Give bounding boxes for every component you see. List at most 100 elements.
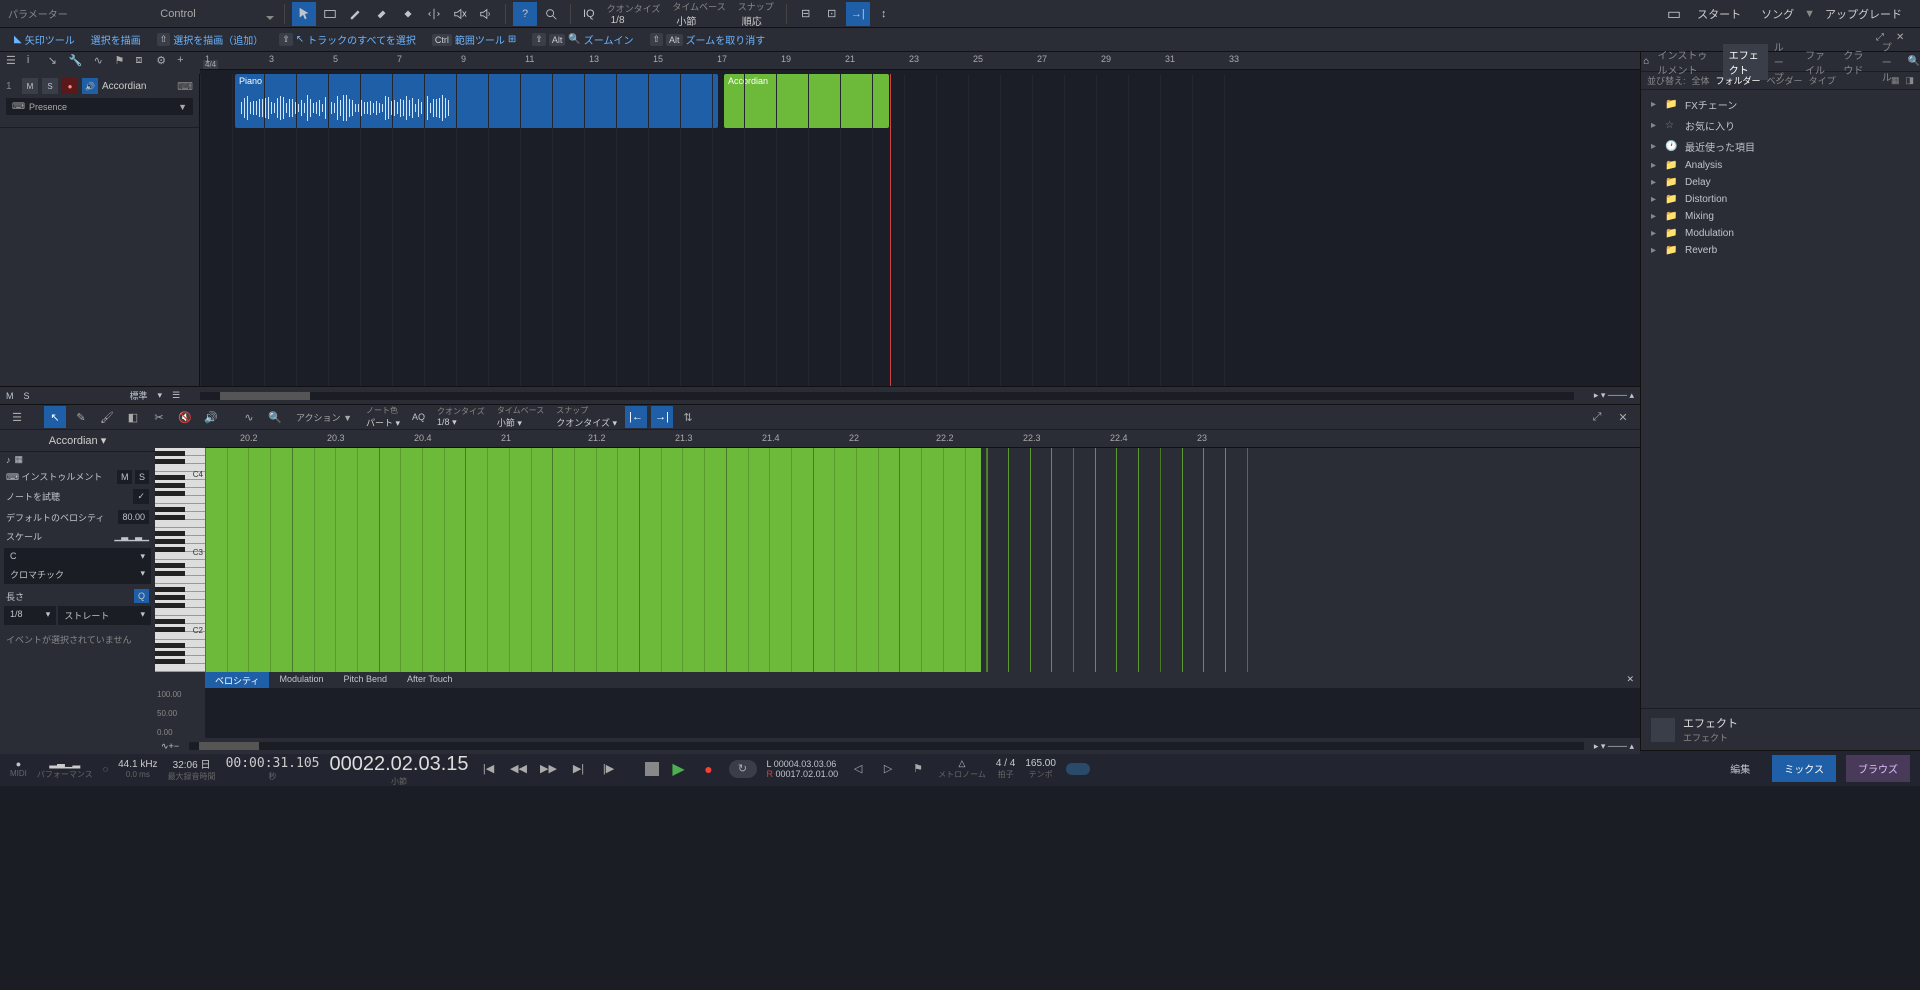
arrow-tool-icon[interactable] — [292, 2, 316, 26]
paint-tool-icon[interactable] — [370, 2, 394, 26]
browse-view-button[interactable]: ブラウズ — [1846, 755, 1910, 782]
ripple-icon[interactable]: ↕ — [872, 2, 896, 26]
step-forward-icon[interactable]: |▶ — [599, 759, 619, 779]
track-header-1[interactable]: 1 M S ● 🔊 Accordian ⌨ ⌨ Presence ▼ — [0, 74, 199, 128]
midi-playhead[interactable] — [987, 448, 988, 672]
marker-next-icon[interactable]: ▷ — [878, 759, 898, 779]
range-tool-button[interactable]: Ctrl 範囲ツール ⊞ — [426, 30, 522, 49]
midi-snap-group[interactable]: スナップ クオンタイズ ▾ — [556, 405, 617, 429]
marker-prev-icon[interactable]: ◁ — [848, 759, 868, 779]
curve-icon[interactable]: ∿ — [238, 406, 260, 428]
sort-all[interactable]: 全体 — [1692, 74, 1710, 87]
control-dropdown[interactable]: Control — [78, 8, 278, 20]
loop-button[interactable]: ↻ — [729, 760, 757, 778]
q-link-button[interactable]: Q — [134, 589, 149, 603]
range-tool-icon[interactable] — [318, 2, 342, 26]
close-icon[interactable]: ✕ — [1612, 406, 1634, 428]
loop-range[interactable]: L 00004.03.03.06 R 00017.02.01.00 — [767, 759, 839, 779]
split-tool-icon[interactable]: ✂ — [148, 406, 170, 428]
settings-icon[interactable]: ⇅ — [677, 406, 699, 428]
length-value-select[interactable]: 1/8▾ — [4, 606, 56, 625]
horizontal-scrollbar[interactable] — [200, 392, 1574, 400]
tree-node[interactable]: ▸🕐最近使った項目 — [1641, 136, 1920, 157]
zoom-mode[interactable]: 標準 — [130, 389, 148, 402]
drive-icon[interactable] — [1662, 2, 1686, 26]
monitor-button[interactable]: 🔊 — [82, 78, 98, 94]
solo-button[interactable]: S — [42, 78, 58, 94]
metronome-icon[interactable]: △ — [959, 758, 966, 769]
menu-icon[interactable]: ☰ — [6, 54, 23, 72]
zoom-in-button[interactable]: ⇧Alt 🔍 ズームイン — [526, 30, 639, 49]
flag-icon[interactable]: ⚑ — [114, 54, 131, 72]
velocity-grid[interactable] — [205, 688, 1640, 738]
record-arm-button[interactable]: ● — [62, 78, 78, 94]
mute-tool-icon[interactable]: 🔇 — [174, 406, 196, 428]
scroll-lock-1-icon[interactable]: |← — [625, 406, 647, 428]
rewind-start-icon[interactable]: |◀ — [479, 759, 499, 779]
marker-icon[interactable]: ⧈ — [135, 54, 152, 72]
snap-toggle-2-icon[interactable]: ⊡ — [820, 2, 844, 26]
sort-vendor[interactable]: ベンダー — [1767, 74, 1803, 87]
tree-node[interactable]: ▸☆お気に入り — [1641, 115, 1920, 136]
tree-node[interactable]: ▸📁Delay — [1641, 174, 1920, 191]
arrow-tool-icon[interactable]: ↖ — [44, 406, 66, 428]
listen-tool-icon[interactable] — [474, 2, 498, 26]
length-type-select[interactable]: ストレート▾ — [58, 606, 151, 625]
add-icon[interactable]: + — [177, 54, 194, 72]
instrument-preset[interactable]: ⌨ Presence ▼ — [6, 98, 193, 115]
note-color-group[interactable]: ノート色 パート ▾ — [366, 405, 400, 429]
tree-node[interactable]: ▸📁Distortion — [1641, 191, 1920, 208]
tree-node[interactable]: ▸📁Analysis — [1641, 157, 1920, 174]
midi-ruler[interactable]: 20.220.320.42121.221.321.42222.222.322.4… — [205, 430, 1640, 448]
play-button[interactable]: ▶ — [669, 759, 689, 779]
aftertouch-tab[interactable]: After Touch — [397, 672, 462, 688]
global-solo[interactable]: S — [24, 391, 30, 401]
notes-icon[interactable]: ♪ — [6, 455, 11, 465]
time-display[interactable]: 00:00:31.105 — [226, 756, 320, 771]
split-tool-icon[interactable] — [422, 2, 446, 26]
start-button[interactable]: スタート — [1687, 2, 1751, 26]
track-name[interactable]: Accordian — [102, 81, 146, 92]
close-lane-icon[interactable]: ✕ — [1620, 672, 1640, 688]
midi-quantize-group[interactable]: クオンタイズ 1/8 ▾ — [437, 406, 485, 428]
remove-icon[interactable]: − — [174, 741, 179, 751]
midi-part-name[interactable]: Accordian ▾ — [0, 430, 155, 452]
tree-node[interactable]: ▸📁FXチェーン — [1641, 94, 1920, 115]
s-button[interactable]: S — [135, 470, 149, 484]
search-icon[interactable]: 🔍 — [264, 406, 286, 428]
position-display[interactable]: 00022.02.03.15 小節 — [329, 751, 468, 787]
pencil-tool-icon[interactable] — [344, 2, 368, 26]
expand-icon[interactable]: ⤢ — [1586, 406, 1608, 428]
mix-view-button[interactable]: ミックス — [1772, 755, 1836, 782]
automation-icon[interactable]: ↘ — [48, 54, 65, 72]
info-icon[interactable]: i — [27, 54, 44, 72]
autoscroll-icon[interactable]: →| — [846, 2, 870, 26]
song-button[interactable]: ソング — [1751, 2, 1804, 26]
pitchbend-tab[interactable]: Pitch Bend — [334, 672, 398, 688]
view-icon[interactable]: ▦ — [1891, 75, 1900, 86]
sort-folder[interactable]: フォルダー — [1716, 74, 1761, 87]
tree-node[interactable]: ▸📁Mixing — [1641, 208, 1920, 225]
home-icon[interactable]: ⌂ — [1641, 56, 1652, 67]
record-button[interactable]: ● — [699, 759, 719, 779]
quantize-group[interactable]: クオンタイズ 1/8 — [607, 2, 661, 26]
select-all-track-button[interactable]: ⇧ ↖ トラックのすべてを選択 — [273, 30, 422, 49]
stop-button[interactable] — [645, 762, 659, 776]
arrow-tool-button[interactable]: ◣ 矢印ツール — [8, 30, 81, 49]
forward-icon[interactable]: ▶▶ — [539, 759, 559, 779]
sort-type[interactable]: タイプ — [1809, 74, 1836, 87]
panel-icon[interactable]: ◨ — [1905, 75, 1914, 86]
midi-note-grid[interactable] — [205, 448, 1640, 672]
velocity-tab[interactable]: ベロシティ — [205, 672, 269, 688]
m-button[interactable]: M — [117, 470, 133, 484]
keyboard-icon[interactable]: ⌨ — [177, 80, 193, 93]
snap-group[interactable]: スナップ 順応 — [738, 0, 774, 28]
zoom-controls[interactable]: ▸ ▾ ─── ▴ — [1594, 390, 1634, 401]
scroll-lock-2-icon[interactable]: →| — [651, 406, 673, 428]
zoom-controls[interactable]: ▸ ▾ ─── ▴ — [1594, 741, 1634, 752]
global-mute[interactable]: M — [6, 391, 14, 401]
default-velocity-value[interactable]: 80.00 — [118, 510, 149, 524]
midi-horizontal-scrollbar[interactable] — [189, 742, 1584, 750]
tempo-value[interactable]: 165.00 — [1025, 758, 1056, 769]
gear-icon[interactable]: ⚙ — [156, 54, 173, 72]
